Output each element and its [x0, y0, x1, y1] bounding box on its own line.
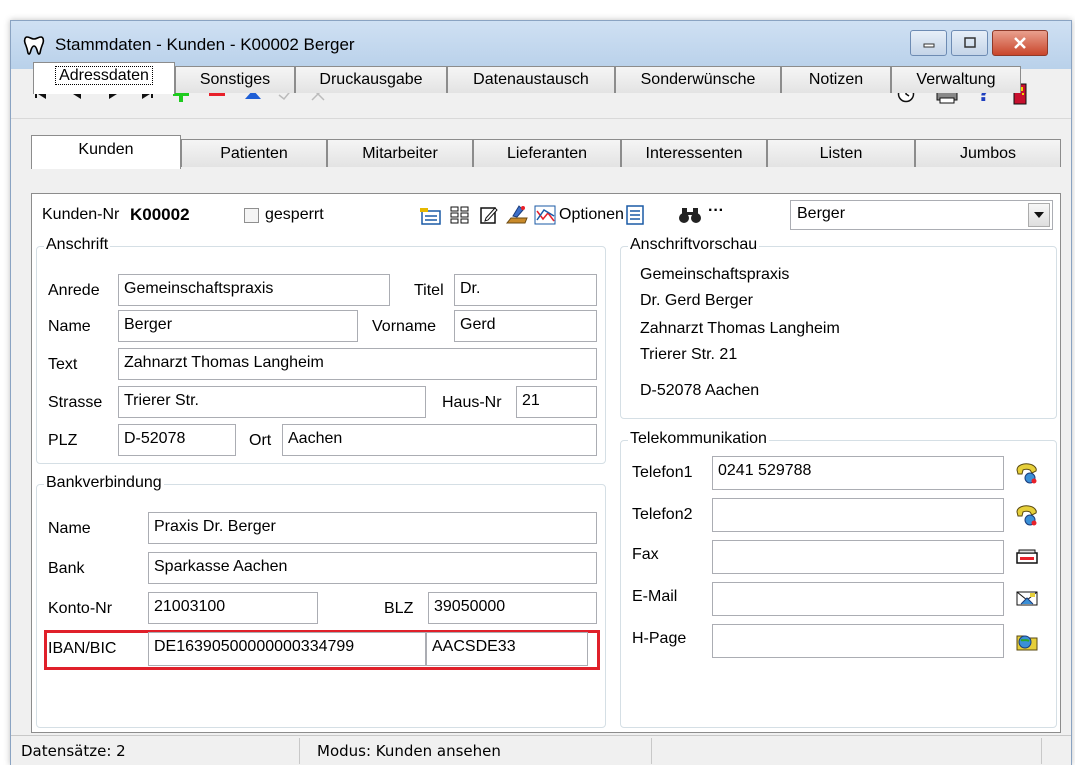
sub-panel: Kunden-Nr K00002 gesperrt Optionen ··· B…: [31, 193, 1061, 733]
iban-field[interactable]: DE16390500000000334799: [148, 632, 426, 666]
records-count: Datensätze: 2: [21, 742, 126, 760]
email-label: E-Mail: [632, 588, 678, 605]
grid-icon[interactable]: [447, 202, 473, 228]
window-title: Stammdaten - Kunden - K00002 Berger: [55, 35, 355, 54]
card-index-icon[interactable]: [417, 202, 443, 228]
status-separator-3: [1041, 738, 1042, 764]
wizard-icon[interactable]: [504, 202, 530, 228]
telefon1-field[interactable]: 0241 529788: [712, 456, 1004, 490]
telekom-title: Telekommunikation: [628, 430, 769, 448]
anschrift-title: Anschrift: [44, 236, 111, 254]
titel-field[interactable]: Dr.: [454, 274, 597, 306]
tab-sonstiges[interactable]: Sonstiges: [175, 66, 295, 93]
tab-interessenten[interactable]: Interessenten: [621, 139, 767, 167]
hpage-label: H-Page: [632, 630, 687, 647]
fax-label: Fax: [632, 546, 659, 563]
tab-adressdaten-label: Adressdaten: [55, 66, 153, 85]
vorschau-line-3: Zahnarzt Thomas Langheim: [640, 320, 840, 337]
titel-label: Titel: [414, 282, 444, 299]
tab-kunden[interactable]: Kunden: [31, 135, 181, 169]
bank-label: Bank: [48, 560, 85, 577]
search-dots-button[interactable]: ···: [708, 202, 724, 220]
name-field[interactable]: Berger: [118, 310, 358, 342]
konto-field[interactable]: 21003100: [148, 592, 318, 624]
vorschau-line-2: Dr. Gerd Berger: [640, 292, 753, 309]
strasse-label: Strasse: [48, 394, 103, 411]
hpage-field[interactable]: [712, 624, 1004, 658]
tab-listen[interactable]: Listen: [767, 139, 915, 167]
plz-label: PLZ: [48, 432, 78, 449]
chart-icon[interactable]: [532, 202, 558, 228]
list-icon[interactable]: [622, 202, 648, 228]
note-edit-icon[interactable]: [476, 202, 502, 228]
text-label: Text: [48, 356, 78, 373]
status-separator-2: [651, 738, 652, 764]
vorschau-line-4: Trierer Str. 21: [640, 346, 738, 363]
hausnr-label: Haus-Nr: [442, 394, 502, 411]
chevron-down-icon[interactable]: [1028, 203, 1050, 227]
text-field[interactable]: Zahnarzt Thomas Langheim: [118, 348, 597, 380]
bank-field[interactable]: Sparkasse Aachen: [148, 552, 597, 584]
anrede-label: Anrede: [48, 282, 100, 299]
vorschau-line-5: D-52078 Aachen: [640, 382, 760, 399]
ort-field[interactable]: Aachen: [282, 424, 597, 456]
vorschau-title: Anschriftvorschau: [628, 236, 760, 254]
gesperrt-label: gesperrt: [265, 206, 324, 223]
mode-status: Modus: Kunden ansehen: [317, 742, 501, 760]
tab-sonderwuensche[interactable]: Sonderwünsche: [615, 66, 781, 93]
tab-mitarbeiter[interactable]: Mitarbeiter: [327, 139, 473, 167]
window: Stammdaten - Kunden - K00002 Berger ? Ku…: [10, 20, 1072, 765]
vorname-label: Vorname: [372, 318, 437, 335]
minimize-button[interactable]: [910, 30, 947, 56]
tooth-icon: [23, 34, 45, 56]
fax-field[interactable]: [712, 540, 1004, 574]
tab-patienten[interactable]: Patienten: [181, 139, 327, 167]
bic-field[interactable]: AACSDE33: [426, 632, 588, 666]
tab-lieferanten[interactable]: Lieferanten: [473, 139, 621, 167]
tab-verwaltung[interactable]: Verwaltung: [891, 66, 1021, 93]
anrede-field[interactable]: Gemeinschaftspraxis: [118, 274, 390, 306]
plz-field[interactable]: D-52078: [118, 424, 236, 456]
optionen-label[interactable]: Optionen: [559, 206, 624, 224]
main-tabs: Kunden Patienten Mitarbeiter Lieferanten…: [31, 135, 1061, 169]
binoculars-icon[interactable]: [677, 202, 703, 228]
vorschau-line-1: Gemeinschaftspraxis: [640, 266, 790, 283]
email-field[interactable]: [712, 582, 1004, 616]
bank-name-label: Name: [48, 520, 91, 537]
iban-label: IBAN/BIC: [48, 640, 117, 657]
strasse-field[interactable]: Trierer Str.: [118, 386, 426, 418]
email-icon[interactable]: [1014, 586, 1040, 612]
blz-field[interactable]: 39050000: [428, 592, 597, 624]
gesperrt-checkbox[interactable]: [244, 208, 259, 223]
fax-icon[interactable]: [1014, 544, 1040, 570]
tab-notizen[interactable]: Notizen: [781, 66, 891, 93]
telefon1-label: Telefon1: [632, 464, 693, 481]
bank-name-field[interactable]: Praxis Dr. Berger: [148, 512, 597, 544]
status-separator: [299, 738, 300, 764]
konto-label: Konto-Nr: [48, 600, 113, 617]
web-icon[interactable]: [1014, 628, 1040, 654]
customer-select-value: Berger: [797, 205, 846, 222]
hausnr-field[interactable]: 21: [516, 386, 597, 418]
telefon2-field[interactable]: [712, 498, 1004, 532]
telefon2-label: Telefon2: [632, 506, 693, 523]
status-bar: Datensätze: 2 Modus: Kunden ansehen: [11, 735, 1071, 765]
name-label: Name: [48, 318, 91, 335]
tab-datenaustausch[interactable]: Datenaustausch: [447, 66, 615, 93]
vorname-field[interactable]: Gerd: [454, 310, 597, 342]
bank-title: Bankverbindung: [44, 474, 164, 492]
phone-icon[interactable]: [1014, 460, 1040, 486]
kunden-nr-label: Kunden-Nr: [42, 206, 120, 223]
maximize-button[interactable]: [951, 30, 988, 56]
close-button[interactable]: [992, 30, 1048, 56]
phone-icon-2[interactable]: [1014, 502, 1040, 528]
kunden-nr-value: K00002: [130, 205, 190, 224]
tab-druckausgabe[interactable]: Druckausgabe: [295, 66, 447, 93]
tab-jumbos[interactable]: Jumbos: [915, 139, 1061, 167]
customer-select[interactable]: Berger: [790, 200, 1053, 230]
blz-label: BLZ: [384, 600, 414, 617]
tab-adressdaten[interactable]: Adressdaten: [33, 62, 175, 94]
ort-label: Ort: [249, 432, 272, 449]
